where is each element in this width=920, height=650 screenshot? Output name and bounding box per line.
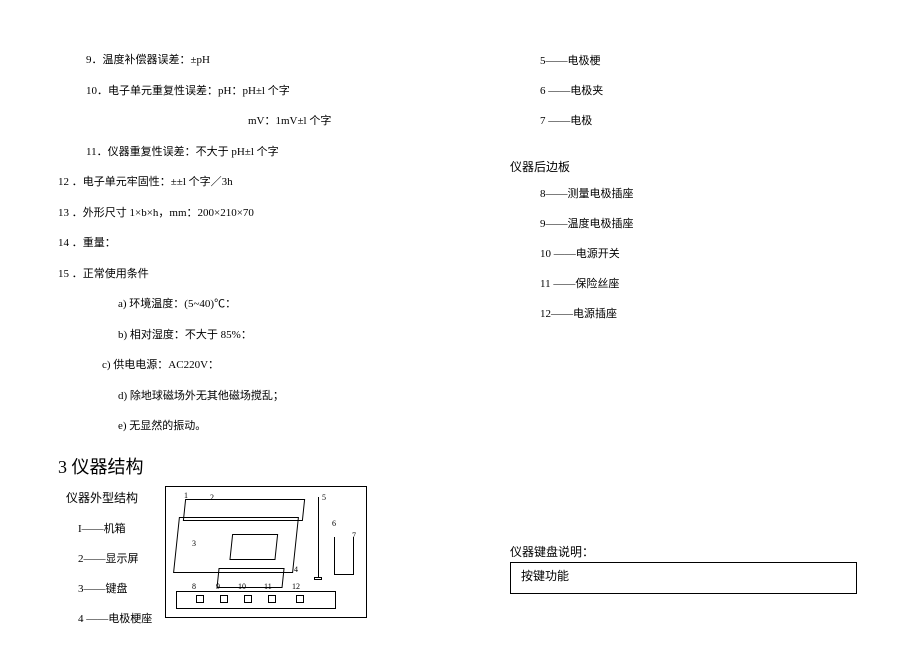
legend-item: 10 ——电源开关 [540,245,890,261]
spec-item-15: 15 ．正常使用条件 [58,266,468,283]
legend-item: 9——温度电极插座 [540,215,890,231]
legend-item: 6 ——电极夹 [540,82,890,98]
spec-item-10b: mV：1mV±l 个字 [58,113,468,130]
table-header-cell: 按键功能 [511,563,856,588]
spec-item-15d: d) 除地球磁场外无其他磁场搅乱； [58,388,468,405]
spec-item-11: 11．仪器重复性误差：不大于 pH±l 个字 [58,144,468,161]
legend-item: 11 ——保险丝座 [540,275,890,291]
spec-item-9: 9．温度补偿器误差：±pH [58,52,468,69]
spec-item-12: 12 ．电子单元牢固性：±±l 个字／3h [58,174,468,191]
legend-item: 7 ——电极 [540,112,890,128]
keyboard-table-title: 仪器键盘说明： [510,543,594,560]
spec-item-13: 13 ．外形尺寸 1×b×h，mm：200×210×70 [58,205,468,222]
legend-item: 5——电极梗 [540,52,890,68]
spec-item-15c: c) 供电电源：AC220V： [58,357,468,374]
spec-item-15b: b) 相对湿度：不大于 85%： [58,327,468,344]
spec-item-10: 10．电子单元重复性误差：pH：pH±l 个字 [58,83,468,100]
spec-item-14: 14 ．重量： [58,235,468,252]
device-diagram: 1 2 3 4 5 6 7 8 9 10 11 12 [165,486,367,618]
spec-item-15e: e) 无显然的振动。 [58,418,468,435]
legend-list-top: 5——电极梗 6 ——电极夹 7 ——电极 [510,52,890,128]
legend-item: 12——电源插座 [540,305,890,321]
spec-item-15a: a) 环境温度：(5~40)℃： [58,296,468,313]
keyboard-table: 按键功能 [510,562,857,594]
legend-list-back: 8——测量电极插座 9——温度电极插座 10 ——电源开关 11 ——保险丝座 … [510,185,890,321]
legend-item: 8——测量电极插座 [540,185,890,201]
subheading-backpanel: 仪器后边板 [510,158,890,175]
section-heading-3: 3 仪器结构 [58,453,468,479]
